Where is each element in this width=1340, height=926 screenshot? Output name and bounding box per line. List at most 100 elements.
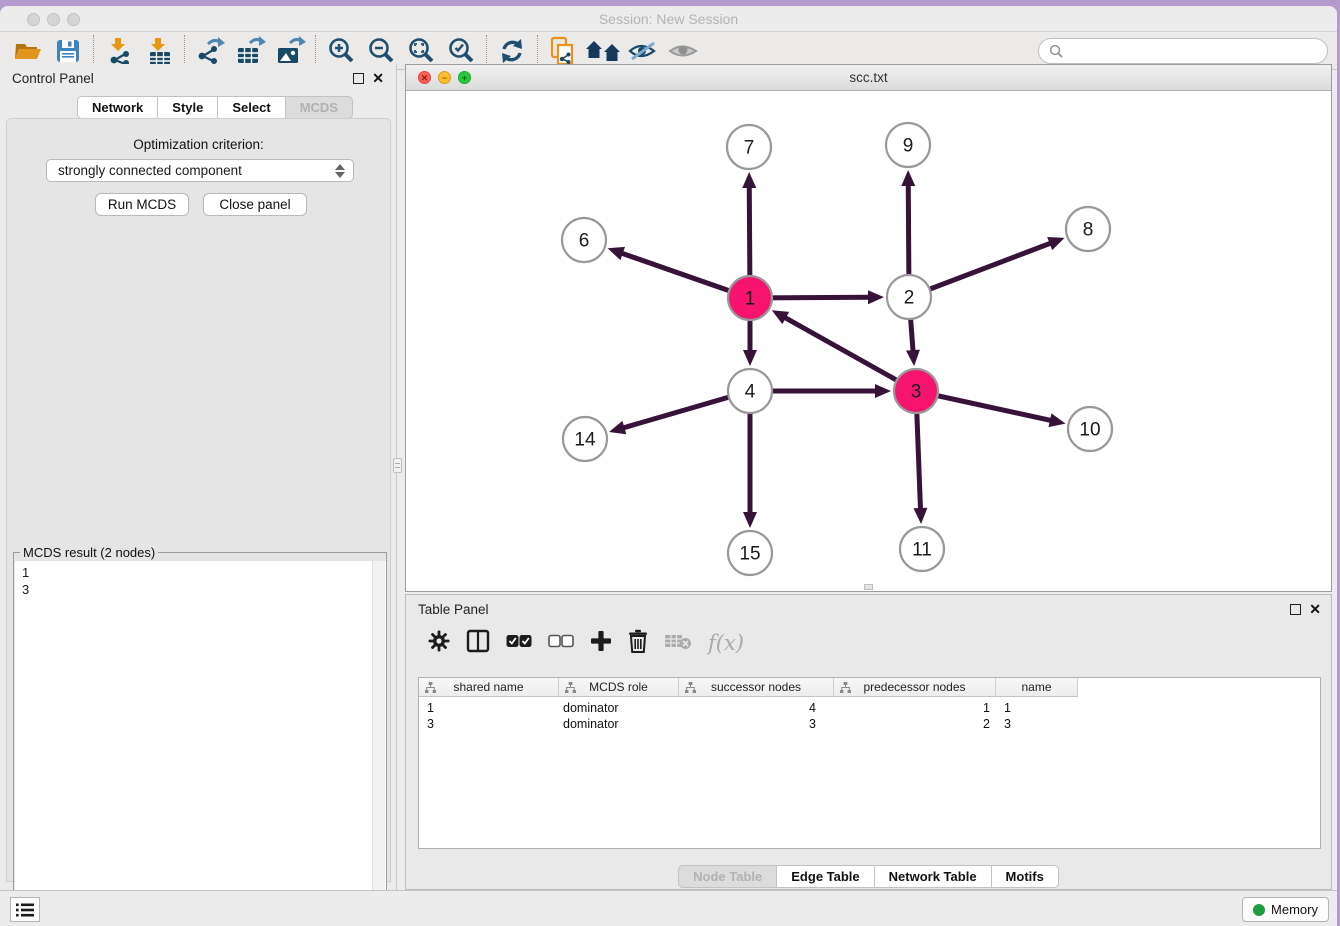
table-tab-node-table[interactable]: Node Table — [678, 865, 777, 888]
table-cell[interactable]: dominator — [559, 700, 679, 716]
edge-arrowhead-4-15[interactable] — [743, 512, 757, 528]
edge-arrowhead-2-8[interactable] — [1047, 237, 1064, 250]
column-header-name[interactable]: name — [996, 678, 1078, 697]
memory-button-label: Memory — [1271, 902, 1318, 917]
network-graph-canvas[interactable]: 7968124314101511 — [406, 91, 1331, 591]
toolbar-separator — [315, 35, 316, 67]
edge-arrowhead-2-3[interactable] — [906, 350, 920, 366]
memory-button[interactable]: Memory — [1242, 897, 1329, 922]
task-history-button[interactable] — [10, 897, 40, 922]
edge-arrowhead-1-7[interactable] — [742, 172, 756, 188]
result-scrollbar[interactable] — [372, 561, 385, 924]
import-network-button[interactable] — [99, 34, 139, 68]
edge-arrowhead-4-14[interactable] — [609, 421, 626, 434]
table-settings-button[interactable] — [428, 630, 450, 657]
tab-select[interactable]: Select — [218, 96, 285, 119]
edge-arrowhead-1-6[interactable] — [608, 247, 625, 260]
table-tab-motifs[interactable]: Motifs — [992, 865, 1059, 888]
function-builder-button[interactable]: f(x) — [708, 631, 744, 655]
table-cell[interactable]: 3 — [679, 716, 834, 732]
table-cell[interactable]: 2 — [834, 716, 996, 732]
tab-network[interactable]: Network — [77, 96, 158, 119]
table-cell[interactable]: 3 — [419, 716, 559, 732]
edge-arrowhead-3-10[interactable] — [1048, 413, 1065, 427]
run-mcds-button[interactable]: Run MCDS — [95, 193, 189, 216]
export-network-button[interactable] — [190, 34, 230, 68]
import-table-icon — [144, 36, 174, 66]
tab-mcds[interactable]: MCDS — [286, 96, 353, 119]
search-box[interactable] — [1038, 38, 1328, 64]
zoom-fit-button[interactable] — [401, 34, 441, 68]
open-session-button[interactable] — [8, 34, 48, 68]
criterion-select[interactable]: strongly connected component — [46, 159, 354, 182]
column-header-label: MCDS role — [589, 680, 648, 694]
table-row[interactable]: 1dominator411 — [419, 700, 1078, 716]
zoom-in-icon — [326, 36, 356, 66]
delete-table-button[interactable] — [664, 632, 692, 655]
zoom-selected-button[interactable] — [441, 34, 481, 68]
column-header-predecessor-nodes[interactable]: predecessor nodes — [834, 678, 996, 697]
save-session-button[interactable] — [48, 34, 88, 68]
memory-status-icon — [1253, 904, 1265, 916]
show-graphics-details-button[interactable] — [663, 34, 703, 68]
columns-icon — [466, 629, 490, 653]
hide-graphics-details-button[interactable] — [623, 34, 663, 68]
panel-splitter-handle[interactable] — [393, 458, 402, 473]
close-panel-icon[interactable]: ✕ — [372, 70, 384, 87]
edge-arrowhead-4-3[interactable] — [875, 384, 891, 398]
delete-column-button[interactable] — [628, 629, 648, 658]
edge-arrowhead-2-9[interactable] — [901, 170, 915, 186]
open-folder-icon — [13, 38, 43, 64]
copy-network-button[interactable] — [543, 34, 583, 68]
table-row[interactable]: 3dominator323 — [419, 716, 1078, 732]
table-cell[interactable]: 3 — [996, 716, 1078, 732]
mcds-panel: Optimization criterion: strongly connect… — [6, 118, 391, 882]
tab-style[interactable]: Style — [158, 96, 218, 119]
export-image-button[interactable] — [270, 34, 310, 68]
home-button[interactable] — [583, 34, 623, 68]
column-header-label: predecessor nodes — [863, 680, 965, 694]
node-table[interactable]: shared name MCDS role successor nodes prede… — [418, 677, 1321, 849]
edge-arrowhead-3-11[interactable] — [913, 508, 927, 524]
table-cell[interactable]: 4 — [679, 700, 834, 716]
import-table-button[interactable] — [139, 34, 179, 68]
search-icon — [1049, 44, 1063, 58]
graph-node-label-14: 14 — [574, 430, 596, 451]
window-titlebar: Session: New Session — [0, 6, 1337, 32]
search-input[interactable] — [1069, 44, 1317, 59]
float-table-panel-icon[interactable] — [1290, 604, 1301, 615]
table-cell[interactable]: dominator — [559, 716, 679, 732]
table-header: shared name MCDS role successor nodes prede… — [419, 678, 1078, 697]
list-icon — [16, 903, 34, 917]
window-title: Session: New Session — [0, 11, 1337, 27]
mcds-result-list[interactable]: 1 3 — [15, 561, 386, 924]
close-panel-button[interactable]: Close panel — [203, 193, 307, 216]
control-panel-title: Control Panel — [12, 71, 94, 86]
table-tab-edge-table[interactable]: Edge Table — [777, 865, 874, 888]
edge-arrowhead-1-4[interactable] — [743, 350, 757, 366]
close-table-panel-icon[interactable]: ✕ — [1309, 601, 1321, 618]
delete-table-icon — [664, 632, 692, 650]
column-layout-button[interactable] — [466, 629, 490, 658]
view-resize-handle[interactable] — [864, 584, 873, 590]
float-panel-icon[interactable] — [353, 73, 364, 84]
column-type-icon — [685, 682, 696, 693]
column-header-successor-nodes[interactable]: successor nodes — [679, 678, 834, 697]
edge-arrowhead-1-2[interactable] — [868, 290, 884, 304]
toolbar-separator — [537, 35, 538, 67]
table-cell[interactable]: 1 — [996, 700, 1078, 716]
zoom-in-button[interactable] — [321, 34, 361, 68]
select-all-columns-button[interactable] — [506, 634, 532, 653]
zoom-out-button[interactable] — [361, 34, 401, 68]
import-network-icon — [104, 36, 134, 66]
zoom-out-icon — [366, 36, 396, 66]
column-header-shared-name[interactable]: shared name — [419, 678, 559, 697]
refresh-layout-button[interactable] — [492, 34, 532, 68]
table-tab-network-table[interactable]: Network Table — [875, 865, 992, 888]
export-table-button[interactable] — [230, 34, 270, 68]
table-cell[interactable]: 1 — [834, 700, 996, 716]
deselect-all-columns-button[interactable] — [548, 634, 574, 653]
column-header-MCDS-role[interactable]: MCDS role — [559, 678, 679, 697]
table-cell[interactable]: 1 — [419, 700, 559, 716]
add-column-button[interactable] — [590, 630, 612, 657]
